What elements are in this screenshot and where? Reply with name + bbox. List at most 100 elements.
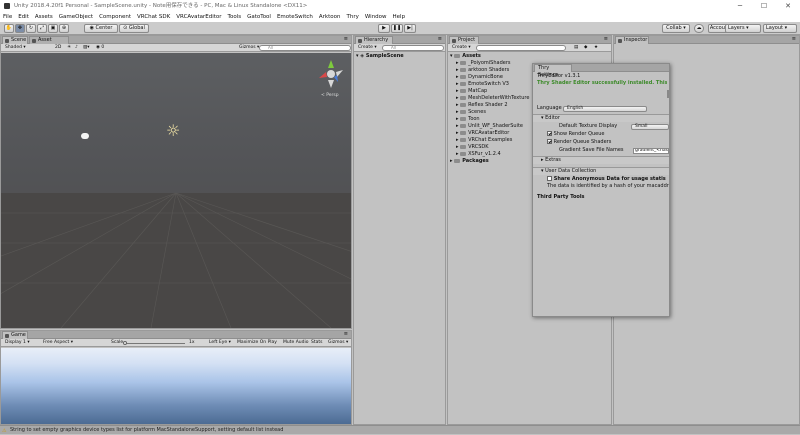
cloud-icon[interactable]: ☁ <box>694 24 704 33</box>
game-viewport[interactable] <box>1 348 351 424</box>
shading-dropdown[interactable]: Shaded ▾ <box>3 45 43 51</box>
maximize-on-play-toggle[interactable]: Maximize On Play <box>235 340 279 346</box>
menu-file[interactable]: File <box>3 14 12 20</box>
2d-toggle[interactable]: 2D <box>53 45 63 51</box>
aspect-dropdown[interactable]: Free Aspect ▾ <box>41 340 101 346</box>
game-gizmos-dropdown[interactable]: Gizmos ▾ <box>326 340 350 346</box>
tab-asset-store[interactable]: Asset Store <box>29 36 69 50</box>
menu-assets[interactable]: Assets <box>35 14 53 20</box>
menu-arktoon[interactable]: Arktoon <box>319 14 341 20</box>
menu-tools[interactable]: Tools <box>228 14 242 20</box>
gradient-filename-input[interactable]: gradient_<hash <box>633 148 669 154</box>
move-tool-button[interactable]: ✥ <box>15 24 25 33</box>
scene-gizmo-icon[interactable] <box>316 59 346 93</box>
close-button[interactable]: ✕ <box>776 0 800 12</box>
scene-search-input[interactable]: All <box>259 45 351 51</box>
list-item[interactable]: ▸ Unlit_WF_ShaderSuite <box>456 123 523 130</box>
extras-foldout[interactable]: ▸ Extras <box>533 156 669 164</box>
list-item[interactable]: ▸ VRCSDK <box>456 144 489 151</box>
pivot-toggle[interactable]: ◉ Center <box>84 24 118 33</box>
stats-toggle[interactable]: Stats <box>309 340 325 346</box>
tab-thry-settings[interactable]: Thry Settings <box>534 64 572 78</box>
filter-type-icon[interactable]: ▤ <box>572 45 580 51</box>
packages-root-item[interactable]: ▸ Packages <box>450 158 489 165</box>
persp-label[interactable]: < Persp <box>321 93 339 98</box>
list-item[interactable]: ▸ Reflex Shader 2 <box>456 102 508 109</box>
render-queue-shaders-checkbox[interactable] <box>547 139 552 144</box>
collab-button[interactable]: Collab ▾ <box>662 24 690 33</box>
transform-tool-button[interactable]: ⊕ <box>59 24 69 33</box>
minimize-button[interactable]: ─ <box>728 0 752 12</box>
light-object-icon[interactable] <box>81 133 89 139</box>
layers-dropdown[interactable]: Layers ▾ <box>725 24 761 33</box>
rect-tool-button[interactable]: ▣ <box>48 24 58 33</box>
play-button[interactable]: ▶ <box>378 24 390 33</box>
pause-button[interactable]: ❚❚ <box>391 24 403 33</box>
hierarchy-create-button[interactable]: Create ▾ <box>356 45 379 51</box>
list-item[interactable]: ▸ Scenes <box>456 109 486 116</box>
list-item[interactable]: ▸ Toon <box>456 116 480 123</box>
hierarchy-search-input[interactable]: All <box>382 45 444 51</box>
list-item[interactable]: ▸ arktoon Shaders <box>456 67 509 74</box>
lighting-toggle-icon[interactable]: ☀ <box>65 45 73 51</box>
layout-dropdown[interactable]: Layout ▾ <box>763 24 797 33</box>
status-message[interactable]: String to set empty graphics device type… <box>10 427 283 433</box>
list-item[interactable]: ▸ MatCap <box>456 88 487 95</box>
list-item[interactable]: ▸ XSFur_v1.2.4 <box>456 151 501 158</box>
menu-edit[interactable]: Edit <box>18 14 29 20</box>
show-render-queue-row[interactable]: Show Render Queue <box>547 131 605 138</box>
space-toggle[interactable]: ⊙ Global <box>119 24 149 33</box>
menu-gatotool[interactable]: GatoTool <box>247 14 271 20</box>
scale-slider[interactable] <box>125 343 185 344</box>
project-menu-icon[interactable]: ≡ <box>604 36 608 42</box>
share-data-row[interactable]: Share Anonymous Data for usage statis <box>547 176 666 183</box>
assets-root-item[interactable]: ▾ Assets <box>450 53 481 60</box>
list-item[interactable]: ▸ EmoteSwitch V3 <box>456 81 509 88</box>
hand-tool-button[interactable]: ✋ <box>4 24 14 33</box>
language-dropdown[interactable]: English <box>563 106 647 112</box>
rotate-tool-button[interactable]: ↻ <box>26 24 36 33</box>
list-item[interactable]: ▸ VRCAvatarEditor <box>456 130 509 137</box>
list-item[interactable]: ▸ VRChat Examples <box>456 137 512 144</box>
project-create-button[interactable]: Create ▾ <box>450 45 473 51</box>
inspector-menu-icon[interactable]: ≡ <box>792 36 796 42</box>
hidden-objects-icon[interactable]: ◉ 0 <box>94 45 106 51</box>
list-item[interactable]: ▸ MeshDeleterWithTexture <box>456 95 529 102</box>
directional-light-icon[interactable]: ☼ <box>166 123 180 139</box>
scale-slider-handle[interactable] <box>123 341 127 345</box>
menu-component[interactable]: Component <box>99 14 131 20</box>
effects-toggle-icon[interactable]: ▨▾ <box>81 45 92 51</box>
editor-foldout[interactable]: ▾ Editor <box>533 114 669 122</box>
menu-emoteswitch[interactable]: EmoteSwitch <box>277 14 313 20</box>
eye-dropdown[interactable]: Left Eye ▾ <box>207 340 233 346</box>
menu-help[interactable]: Help <box>393 14 406 20</box>
hierarchy-menu-icon[interactable]: ≡ <box>438 36 442 42</box>
tab-hierarchy[interactable]: Hierarchy <box>355 36 393 44</box>
user-data-foldout[interactable]: ▾ User Data Collection <box>533 167 669 175</box>
step-button[interactable]: ▶| <box>404 24 416 33</box>
scene-gizmos-dropdown[interactable]: Gizmos ▾ <box>237 45 261 51</box>
scale-tool-button[interactable]: ⤢ <box>37 24 47 33</box>
project-search-input[interactable] <box>476 45 566 51</box>
list-item[interactable]: ▸ DynamicBone <box>456 74 503 81</box>
share-data-checkbox[interactable] <box>547 176 552 181</box>
list-item[interactable]: ▸ _PoiyomiShaders <box>456 60 511 67</box>
menu-window[interactable]: Window <box>365 14 387 20</box>
scene-root-item[interactable]: ▾ ◈ SampleScene <box>356 53 404 60</box>
show-render-queue-checkbox[interactable] <box>547 131 552 136</box>
panel-menu-icon[interactable]: ≡ <box>344 36 348 42</box>
filter-label-icon[interactable]: ◆ <box>582 45 589 51</box>
tab-scene[interactable]: Scene <box>2 36 28 44</box>
thry-scrollbar[interactable] <box>667 90 669 98</box>
tab-project[interactable]: Project <box>449 36 479 44</box>
audio-toggle-icon[interactable]: ♪ <box>73 45 80 51</box>
tab-game[interactable]: Game <box>2 331 28 339</box>
display-dropdown[interactable]: Display 1 ▾ <box>3 340 37 346</box>
mute-audio-toggle[interactable]: Mute Audio <box>281 340 311 346</box>
favorite-icon[interactable]: ★ <box>592 45 600 51</box>
tab-inspector[interactable]: Inspector <box>615 36 649 44</box>
texture-display-dropdown[interactable]: Small <box>631 124 669 130</box>
scene-viewport[interactable]: ☼ < Persp <box>1 53 351 328</box>
menu-gameobject[interactable]: GameObject <box>59 14 93 20</box>
render-queue-shaders-row[interactable]: Render Queue Shaders <box>547 139 611 146</box>
